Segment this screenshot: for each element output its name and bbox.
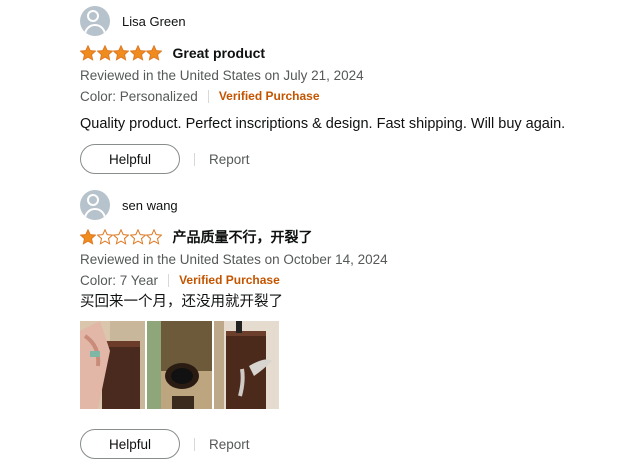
review-card-2: sen wang 产品质量不行，开裂了 Reviewed in the Unit…	[80, 189, 620, 459]
review-meta: Color: Personalized Verified Purchase	[80, 85, 620, 107]
review-body: Quality product. Perfect inscriptions & …	[80, 116, 566, 132]
star-filled-icon	[129, 45, 146, 61]
review-meta: Color: 7 Year Verified Purchase	[80, 269, 620, 291]
reviewer-profile[interactable]: Lisa Green	[80, 5, 620, 37]
star-rating	[80, 229, 163, 245]
report-link[interactable]: Report	[209, 152, 250, 167]
rating-title-row: 产品质量不行，开裂了	[80, 227, 620, 247]
divider	[207, 89, 209, 103]
reviewer-name[interactable]: Lisa Green	[122, 14, 186, 29]
star-empty-icon	[96, 229, 113, 245]
star-empty-icon	[113, 229, 129, 245]
review-photo-3[interactable]	[214, 321, 279, 409]
review-images	[80, 321, 620, 409]
review-actions: Helpful Report	[80, 429, 620, 459]
reviewer-profile[interactable]: sen wang	[80, 189, 620, 221]
review-actions: Helpful Report	[80, 144, 620, 174]
review-date: Reviewed in the United States on July 21…	[80, 68, 364, 83]
helpful-button[interactable]: Helpful	[80, 429, 180, 459]
avatar	[80, 190, 110, 220]
star-filled-icon	[113, 45, 129, 61]
star-filled-icon	[80, 229, 96, 245]
report-link[interactable]: Report	[209, 437, 250, 452]
review-title[interactable]: Great product	[173, 45, 266, 61]
review-body: 买回来一个月，还没用就开裂了	[80, 294, 283, 310]
reviewer-name[interactable]: sen wang	[122, 198, 178, 213]
variant-label: Color: 7 Year	[80, 272, 159, 288]
review-date: Reviewed in the United States on October…	[80, 252, 388, 267]
verified-purchase-badge: Verified Purchase	[179, 273, 280, 287]
review-photo-2[interactable]	[147, 321, 212, 409]
helpful-button[interactable]: Helpful	[80, 144, 180, 174]
star-empty-icon	[129, 229, 146, 245]
star-empty-icon	[146, 229, 162, 245]
review-photo-1[interactable]	[80, 321, 145, 409]
star-filled-icon	[80, 45, 96, 61]
star-filled-icon	[146, 45, 162, 61]
rating-title-row: Great product	[80, 43, 620, 63]
star-filled-icon	[96, 45, 113, 61]
divider	[168, 273, 170, 287]
review-card-1: Lisa Green Great product Reviewed in the…	[80, 5, 620, 174]
avatar	[80, 6, 110, 36]
divider	[194, 437, 195, 451]
variant-label: Color: Personalized	[80, 88, 198, 104]
star-rating	[80, 45, 163, 61]
verified-purchase-badge: Verified Purchase	[218, 89, 320, 103]
divider	[194, 152, 195, 166]
review-title[interactable]: 产品质量不行，开裂了	[173, 227, 313, 247]
